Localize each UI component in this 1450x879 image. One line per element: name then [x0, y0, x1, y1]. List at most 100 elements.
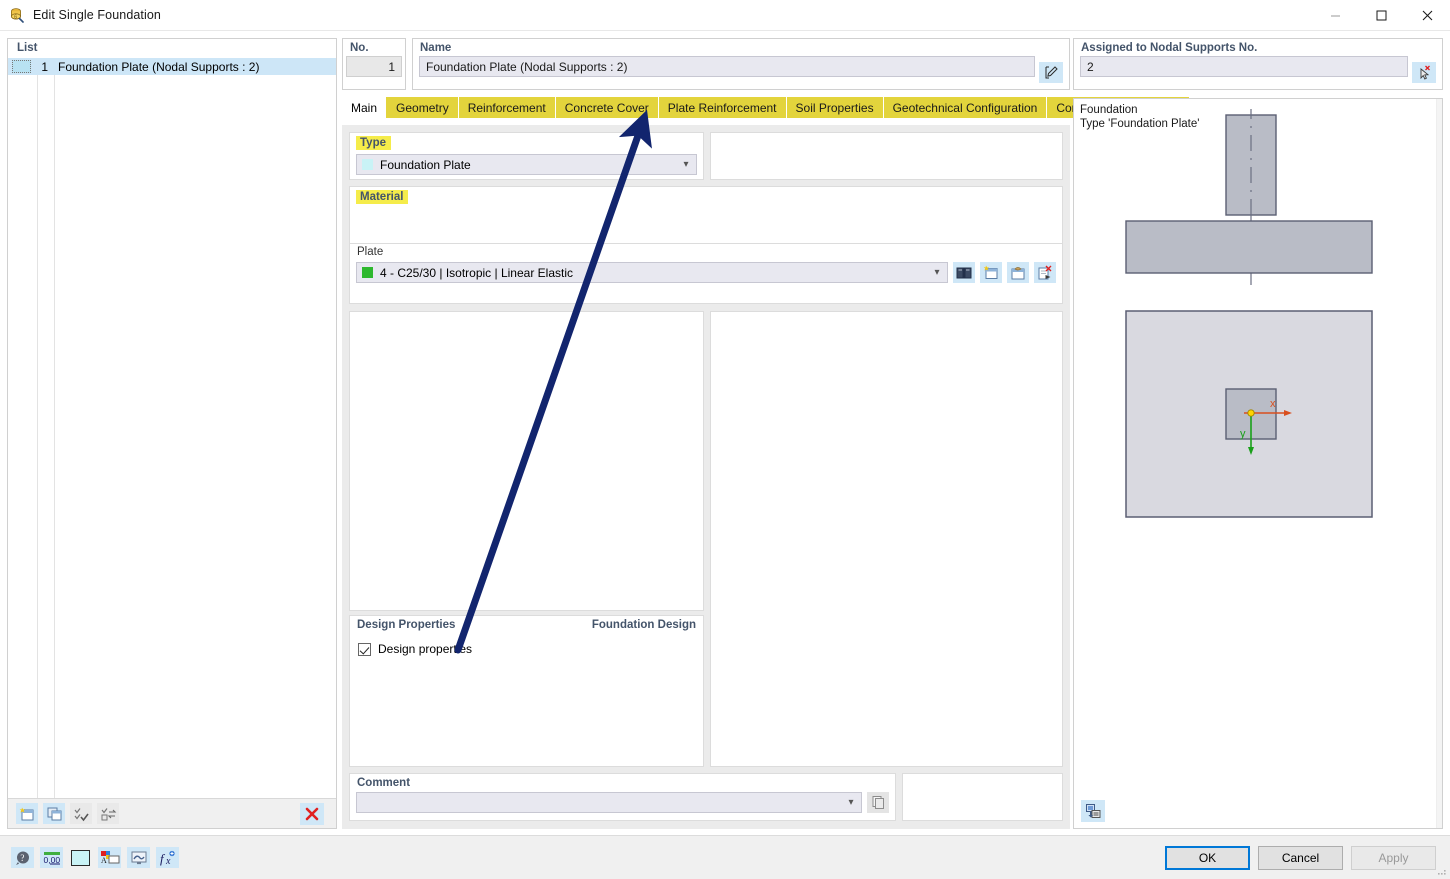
- foundation-design-label: Foundation Design: [591, 619, 696, 631]
- left-detail-panel: [349, 311, 704, 611]
- copy-item-button[interactable]: [43, 803, 65, 824]
- tab-concrete-cover[interactable]: Concrete Cover: [555, 97, 659, 118]
- copy-comment-icon[interactable]: [867, 792, 889, 813]
- name-field-group: Name Foundation Plate (Nodal Supports : …: [412, 38, 1070, 90]
- dialog-body: List 1 Foundation Plate (Nodal Supports …: [0, 31, 1450, 835]
- svg-text:6: 6: [14, 14, 17, 20]
- type-combo[interactable]: Foundation Plate ▾: [356, 154, 697, 175]
- number-input[interactable]: 1: [346, 56, 402, 77]
- material-combo-value: 4 - C25/30 | Isotropic | Linear Elastic: [380, 265, 573, 280]
- chevron-down-icon: ▾: [848, 797, 854, 808]
- list-panel: List 1 Foundation Plate (Nodal Supports …: [7, 38, 337, 829]
- svg-text:?: ?: [20, 853, 24, 863]
- minimize-button[interactable]: [1312, 0, 1358, 31]
- design-header-row: Design Properties Foundation Design: [350, 616, 703, 631]
- list-item[interactable]: 1 Foundation Plate (Nodal Supports : 2): [8, 58, 336, 75]
- resize-grip[interactable]: [1437, 866, 1447, 876]
- number-field-group: No. 1: [342, 38, 406, 90]
- number-label: No.: [350, 42, 369, 54]
- app-icon: 6: [9, 7, 25, 23]
- chevron-down-icon: ▾: [683, 159, 689, 170]
- new-material-icon[interactable]: [980, 262, 1002, 283]
- check-icon[interactable]: [358, 642, 371, 656]
- invert-selection-button[interactable]: [97, 803, 119, 824]
- svg-text:x: x: [165, 856, 171, 866]
- close-button[interactable]: [1404, 0, 1450, 31]
- list-toolbar: [8, 798, 336, 828]
- material-group: Material: [349, 186, 1063, 244]
- decimal-places-icon[interactable]: 0,00: [40, 847, 63, 868]
- tab-main[interactable]: Main: [342, 97, 388, 118]
- comment-group: Comment ▾: [349, 773, 896, 821]
- type-group-label: Type: [356, 136, 391, 150]
- color-swatch-icon[interactable]: [69, 847, 92, 868]
- edit-pencil-icon[interactable]: [1039, 62, 1063, 83]
- svg-text:A: A: [101, 856, 107, 865]
- select-all-button[interactable]: [70, 803, 92, 824]
- dialog-buttons: OK Cancel Apply: [1165, 845, 1450, 870]
- chevron-down-icon: ▾: [934, 267, 940, 278]
- comment-label: Comment: [357, 777, 411, 789]
- delete-material-icon[interactable]: [1034, 262, 1056, 283]
- header-fields-row: No. 1 Name Foundation Plate (Nodal Suppo…: [342, 38, 1070, 90]
- window-title: Edit Single Foundation: [33, 8, 161, 22]
- assigned-nodal-supports-group: Assigned to Nodal Supports No. 2: [1073, 38, 1443, 90]
- list-area[interactable]: 1 Foundation Plate (Nodal Supports : 2): [8, 58, 336, 798]
- tab-soil-properties[interactable]: Soil Properties: [786, 97, 884, 118]
- pick-cursor-icon[interactable]: [1412, 62, 1436, 83]
- comment-row: ▾: [356, 792, 889, 813]
- design-properties-label: Design Properties: [357, 619, 456, 631]
- material-row: 4 - C25/30 | Isotropic | Linear Elastic …: [356, 262, 1056, 283]
- question-icon[interactable]: ?: [11, 847, 34, 868]
- ok-button[interactable]: OK: [1165, 845, 1250, 870]
- assigned-input[interactable]: 2: [1080, 56, 1408, 77]
- list-column-divider-2: [54, 58, 55, 798]
- title-bar: 6 Edit Single Foundation: [0, 0, 1450, 31]
- design-properties-checkbox-row[interactable]: Design properties: [350, 642, 703, 656]
- cancel-button[interactable]: Cancel: [1258, 845, 1343, 870]
- view-icon[interactable]: [127, 847, 150, 868]
- tab-plate-reinforcement[interactable]: Plate Reinforcement: [658, 97, 787, 118]
- tab-geometry[interactable]: Geometry: [387, 97, 459, 118]
- bottom-toolbar: ? 0,00 A f x: [0, 847, 179, 868]
- type-group: Type Foundation Plate ▾: [349, 132, 704, 180]
- type-side-panel: [710, 132, 1063, 180]
- delete-item-button[interactable]: [300, 802, 324, 825]
- right-panel: Assigned to Nodal Supports No. 2 Foundat…: [1073, 38, 1443, 829]
- type-color-swatch: [362, 159, 373, 170]
- new-item-button[interactable]: [16, 803, 38, 824]
- name-label: Name: [420, 42, 452, 54]
- maximize-button[interactable]: [1358, 0, 1404, 31]
- material-plate-group: Plate 4 - C25/30 | Isotropic | Linear El…: [349, 244, 1063, 304]
- type-combo-value: Foundation Plate: [380, 157, 471, 172]
- window-controls: [1312, 0, 1450, 31]
- name-input[interactable]: Foundation Plate (Nodal Supports : 2): [419, 56, 1035, 77]
- assigned-label: Assigned to Nodal Supports No.: [1081, 42, 1258, 54]
- list-column-divider-1: [37, 58, 38, 798]
- foundation-drawing: x y: [1125, 109, 1373, 518]
- list-item-number: 1: [41, 59, 48, 74]
- item-color-swatch: [12, 60, 31, 73]
- center-panel: No. 1 Name Foundation Plate (Nodal Suppo…: [342, 38, 1190, 829]
- comment-side-panel: [902, 773, 1063, 821]
- list-item-label: Foundation Plate (Nodal Supports : 2): [58, 59, 260, 74]
- comment-input[interactable]: ▾: [356, 792, 862, 813]
- material-group-label: Material: [356, 190, 409, 204]
- tab-geotechnical-configuration[interactable]: Geotechnical Configuration: [883, 97, 1048, 118]
- edit-material-icon[interactable]: [1007, 262, 1029, 283]
- tab-content-main: Type Foundation Plate ▾ Material Plate 4…: [342, 125, 1070, 829]
- view-scrollbar[interactable]: [1436, 99, 1442, 828]
- design-properties-group: Design Properties Foundation Design Desi…: [349, 615, 704, 767]
- book-icon[interactable]: [953, 262, 975, 283]
- foundation-3d-view[interactable]: Foundation Type 'Foundation Plate' x y: [1073, 98, 1443, 829]
- material-combo[interactable]: 4 - C25/30 | Isotropic | Linear Elastic …: [356, 262, 948, 283]
- svg-text:x: x: [1270, 398, 1276, 410]
- tab-strip: Main Geometry Reinforcement Concrete Cov…: [342, 97, 1190, 118]
- apply-button: Apply: [1351, 845, 1436, 870]
- fx-icon[interactable]: f x: [156, 847, 179, 868]
- display-props-icon[interactable]: A: [98, 847, 121, 868]
- render-toggle-icon[interactable]: [1081, 800, 1105, 822]
- svg-text:y: y: [1240, 428, 1246, 440]
- tab-reinforcement[interactable]: Reinforcement: [458, 97, 556, 118]
- plate-label: Plate: [357, 246, 384, 258]
